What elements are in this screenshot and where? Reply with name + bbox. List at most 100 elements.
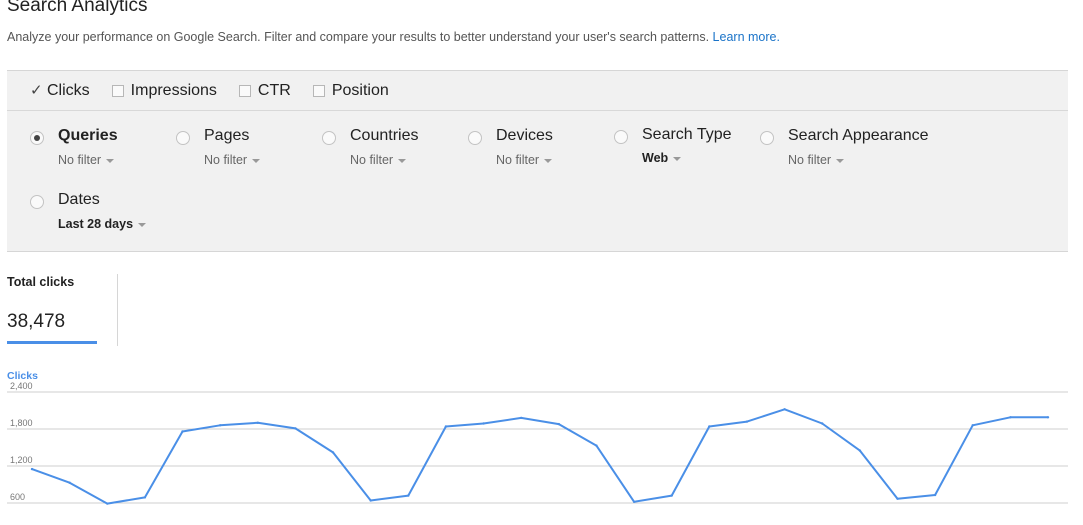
- total-clicks-label: Total clicks: [7, 275, 75, 289]
- countries-radio[interactable]: [322, 131, 336, 145]
- metric-ctr-label: CTR: [257, 81, 291, 99]
- data-point[interactable]: [933, 493, 937, 497]
- search-type-filter-label: Web: [642, 151, 669, 165]
- dimension-countries-label: Countries: [350, 127, 419, 144]
- data-point[interactable]: [256, 421, 259, 424]
- data-point[interactable]: [68, 481, 71, 484]
- page-title: Search Analytics: [7, 0, 148, 16]
- dimension-queries[interactable]: Queries No filter: [30, 127, 160, 173]
- dimension-pages[interactable]: Pages No filter: [176, 127, 306, 173]
- dimension-queries-label: Queries: [58, 127, 118, 144]
- y-tick-label: 2,400: [10, 381, 33, 391]
- data-point[interactable]: [745, 420, 749, 423]
- caret-down-icon: [673, 156, 682, 161]
- data-point[interactable]: [971, 424, 974, 427]
- data-point[interactable]: [181, 430, 184, 433]
- data-point[interactable]: [331, 451, 335, 454]
- learn-more-link[interactable]: Learn more.: [713, 30, 780, 44]
- queries-radio[interactable]: [30, 131, 44, 145]
- caret-down-icon: [398, 158, 407, 163]
- dimension-devices-label: Devices: [496, 127, 553, 144]
- search-appearance-filter-label: No filter: [788, 153, 832, 167]
- position-checkbox[interactable]: [312, 84, 325, 97]
- total-clicks-card[interactable]: Total clicks 38,478: [7, 274, 117, 346]
- data-point[interactable]: [595, 444, 598, 447]
- data-point[interactable]: [670, 494, 673, 497]
- dimension-search-type-label: Search Type: [642, 126, 732, 143]
- data-point[interactable]: [520, 416, 523, 420]
- caret-down-icon: [106, 158, 115, 163]
- queries-filter-label: No filter: [58, 153, 102, 167]
- dates-radio[interactable]: [30, 195, 44, 209]
- data-point[interactable]: [858, 449, 862, 452]
- data-point[interactable]: [557, 422, 560, 426]
- data-point[interactable]: [106, 502, 109, 505]
- dimension-search-appearance-label: Search Appearance: [788, 127, 929, 144]
- clicks-series-line[interactable]: [31, 408, 1048, 505]
- line-chart-svg: 2,400 1,800 1,200 600: [7, 381, 1068, 505]
- y-tick-label: 1,200: [10, 455, 33, 465]
- queries-filter-dropdown[interactable]: No filter: [58, 153, 115, 167]
- pages-filter-dropdown[interactable]: No filter: [204, 153, 261, 167]
- data-point[interactable]: [1009, 416, 1012, 419]
- data-point[interactable]: [218, 424, 222, 427]
- caret-down-icon: [836, 158, 845, 163]
- dimension-pages-label: Pages: [204, 127, 250, 144]
- metric-ctr[interactable]: CTR: [238, 81, 291, 100]
- dimension-search-appearance[interactable]: Search Appearance No filter: [760, 127, 940, 173]
- data-point[interactable]: [821, 422, 824, 425]
- caret-down-icon: [138, 222, 147, 227]
- metric-clicks-label: Clicks: [47, 81, 90, 99]
- search-type-filter-dropdown[interactable]: Web: [642, 151, 682, 165]
- dimension-search-type[interactable]: Search Type Web: [614, 126, 754, 172]
- search-appearance-filter-dropdown[interactable]: No filter: [788, 153, 845, 167]
- data-point[interactable]: [632, 500, 636, 503]
- data-point[interactable]: [444, 425, 448, 428]
- card-divider: [117, 274, 118, 346]
- total-clicks-value: 38,478: [7, 311, 66, 332]
- dates-filter-dropdown[interactable]: Last 28 days: [58, 217, 147, 231]
- metric-impressions-label: Impressions: [130, 81, 217, 99]
- data-point[interactable]: [143, 496, 147, 499]
- y-tick-label: 600: [10, 492, 25, 502]
- clicks-chart: Clicks 2,400 1,800 1,200 600: [0, 360, 1083, 525]
- data-point[interactable]: [896, 497, 899, 500]
- page-description: Analyze your performance on Google Searc…: [7, 30, 780, 44]
- metric-clicks[interactable]: ✓ Clicks: [30, 82, 90, 100]
- pages-radio[interactable]: [176, 131, 190, 145]
- metric-position[interactable]: Position: [312, 81, 389, 100]
- dimension-dates[interactable]: Dates Last 28 days: [30, 191, 170, 237]
- data-point[interactable]: [1046, 416, 1050, 419]
- data-point[interactable]: [30, 467, 34, 471]
- metrics-row: ✓ Clicks Impressions CTR Position: [7, 71, 1068, 111]
- filter-panel: ✓ Clicks Impressions CTR Position Querie…: [7, 70, 1068, 252]
- impressions-checkbox[interactable]: [111, 84, 124, 97]
- data-point[interactable]: [783, 408, 786, 411]
- search-type-radio[interactable]: [614, 130, 628, 144]
- data-point[interactable]: [294, 427, 297, 430]
- countries-filter-dropdown[interactable]: No filter: [350, 153, 407, 167]
- caret-down-icon: [544, 158, 553, 163]
- check-icon: ✓: [30, 82, 43, 99]
- dimension-dates-label: Dates: [58, 191, 100, 208]
- dates-filter-label: Last 28 days: [58, 217, 134, 231]
- metric-position-label: Position: [331, 81, 389, 99]
- search-appearance-radio[interactable]: [760, 131, 774, 145]
- data-point[interactable]: [708, 425, 711, 428]
- devices-filter-label: No filter: [496, 153, 540, 167]
- countries-filter-label: No filter: [350, 153, 394, 167]
- description-text: Analyze your performance on Google Searc…: [7, 30, 710, 44]
- devices-filter-dropdown[interactable]: No filter: [496, 153, 553, 167]
- ctr-checkbox[interactable]: [238, 84, 251, 97]
- data-point[interactable]: [407, 494, 410, 497]
- data-point[interactable]: [369, 499, 372, 502]
- caret-down-icon: [252, 158, 261, 163]
- dimension-devices[interactable]: Devices No filter: [468, 127, 598, 173]
- dimension-countries[interactable]: Countries No filter: [322, 127, 452, 173]
- active-metric-underline: [7, 341, 97, 344]
- y-tick-label: 1,800: [10, 418, 33, 428]
- pages-filter-label: No filter: [204, 153, 248, 167]
- metric-impressions[interactable]: Impressions: [111, 81, 217, 100]
- data-point[interactable]: [482, 422, 485, 425]
- devices-radio[interactable]: [468, 131, 482, 145]
